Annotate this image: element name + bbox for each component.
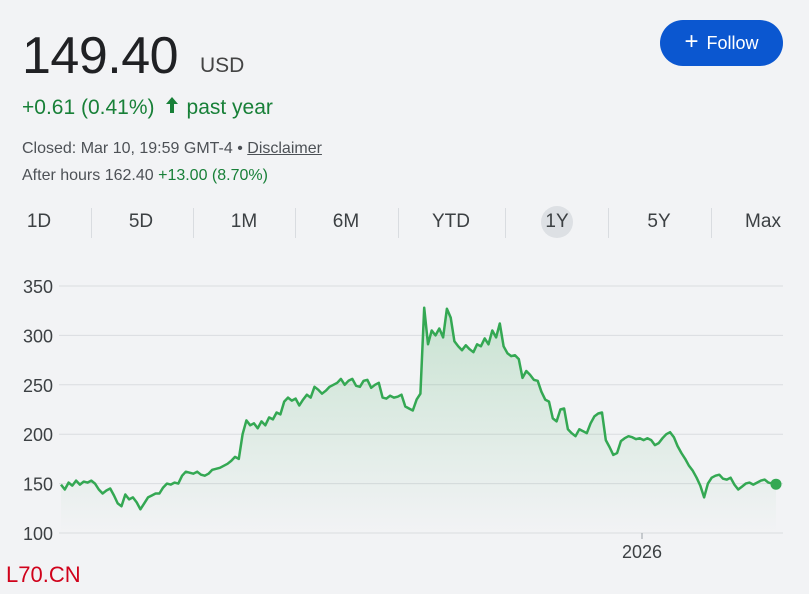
y-tick-label: 150 <box>23 475 53 495</box>
last-price-dot <box>770 478 782 490</box>
x-tick-label: 2026 <box>622 542 662 562</box>
watermark: L70.CN <box>6 562 81 587</box>
y-tick-label: 200 <box>23 425 53 445</box>
stock-quote-panel: 149.40 USD + Follow +0.61 (0.41%) past y… <box>0 0 809 594</box>
y-tick-label: 350 <box>23 277 53 297</box>
y-tick-label: 300 <box>23 326 53 346</box>
y-tick-label: 250 <box>23 376 53 396</box>
price-chart: 350 300 250 200 150 100 2026 <box>23 277 783 562</box>
y-tick-label: 100 <box>23 524 53 544</box>
price-area <box>61 307 776 533</box>
